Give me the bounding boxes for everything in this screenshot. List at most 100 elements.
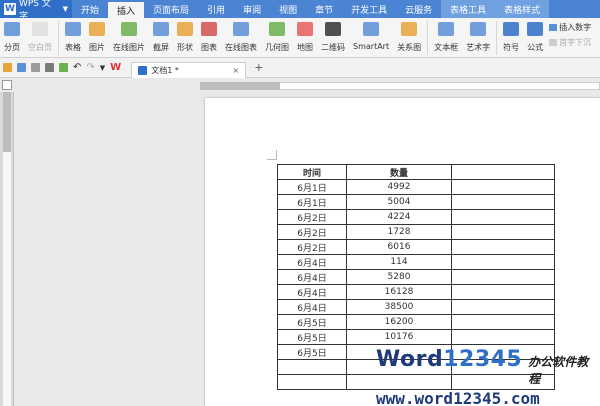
table-cell[interactable]: 16128 [346, 284, 452, 300]
table-cell[interactable]: 6月1日 [277, 194, 347, 210]
wordart-icon [470, 22, 487, 36]
table-row: 6月2日 1728 [277, 224, 555, 240]
menu-tab[interactable]: 视图 [270, 0, 306, 18]
table-cell[interactable]: 4224 [346, 209, 452, 225]
customize-caret-icon[interactable]: ▼ [100, 64, 105, 72]
ribbon-button[interactable]: 图表 [197, 20, 221, 53]
table-cell[interactable] [451, 269, 555, 285]
qrcode-icon [325, 22, 341, 36]
close-icon[interactable]: × [233, 66, 240, 75]
table-cell[interactable]: 6月4日 [277, 254, 347, 270]
table-cell[interactable] [451, 224, 555, 240]
ribbon-button[interactable]: 符号 [499, 20, 523, 53]
table-cell[interactable] [451, 284, 555, 300]
horizontal-ruler[interactable] [0, 78, 600, 92]
menu-tab[interactable]: 云服务 [396, 0, 441, 18]
header-cell-time[interactable]: 时间 [277, 164, 347, 180]
menu-tab[interactable]: 表格样式 [495, 0, 550, 18]
ribbon-button[interactable]: 几何图 [261, 20, 293, 53]
ribbon-button[interactable]: 分页 [0, 20, 24, 53]
ribbon-button[interactable]: SmartArt [349, 20, 393, 51]
ribbon-button-label: 图片 [89, 43, 105, 52]
table-cell[interactable]: 5280 [346, 269, 452, 285]
table-row: 6月2日 6016 [277, 239, 555, 255]
table-cell[interactable]: 6月2日 [277, 209, 347, 225]
table-cell[interactable] [451, 239, 555, 255]
menu-tab[interactable]: 开始 [72, 0, 108, 18]
save-icon[interactable] [17, 63, 26, 72]
table-cell[interactable] [277, 359, 347, 375]
table-cell[interactable]: 6月2日 [277, 224, 347, 240]
insert-number-button[interactable]: 插入数字 [549, 22, 591, 33]
header-cell-empty[interactable] [451, 164, 555, 180]
table-cell[interactable]: 1728 [346, 224, 452, 240]
table-cell[interactable]: 6月4日 [277, 284, 347, 300]
new-tab-button[interactable]: + [254, 61, 263, 74]
table-cell[interactable]: 16200 [346, 314, 452, 330]
ribbon-button-label: 几何图 [265, 43, 289, 52]
table-cell[interactable]: 6月5日 [277, 329, 347, 345]
table-cell[interactable]: 114 [346, 254, 452, 270]
menu-tab[interactable]: 页面布局 [144, 0, 198, 18]
ribbon-button-label: 空白页 [28, 43, 52, 52]
ribbon-button-label: 公式 [527, 43, 544, 52]
header-cell-quantity[interactable]: 数量 [346, 164, 452, 180]
table-cell[interactable] [451, 209, 555, 225]
screenshot-icon [153, 22, 169, 36]
menu-tab[interactable]: 引用 [198, 0, 234, 18]
export-pdf-icon[interactable] [31, 63, 40, 72]
menu-tab[interactable]: 表格工具 [441, 0, 496, 18]
ribbon-button[interactable]: 地图 [293, 20, 317, 53]
table-cell[interactable]: 5004 [346, 194, 452, 210]
ruler-corner[interactable] [2, 80, 12, 90]
open-icon[interactable] [3, 63, 12, 72]
table-cell[interactable] [451, 179, 555, 195]
table-cell[interactable]: 10176 [346, 329, 452, 345]
table-cell[interactable]: 6月5日 [277, 344, 347, 360]
table-cell[interactable]: 6月2日 [277, 239, 347, 255]
print-icon[interactable] [45, 63, 54, 72]
blank-page-icon [32, 22, 48, 36]
ribbon-button[interactable]: 二维码 [317, 20, 349, 53]
table-cell[interactable] [451, 314, 555, 330]
ribbon-button[interactable]: 截屏 [149, 20, 173, 53]
table-cell[interactable]: 6月1日 [277, 179, 347, 195]
ribbon-button[interactable]: 公式 [523, 20, 547, 53]
table-cell[interactable] [451, 299, 555, 315]
table-cell[interactable] [277, 374, 347, 390]
ribbon-button[interactable]: 表格 [61, 20, 85, 53]
watermark-brand: Word12345 [376, 347, 522, 372]
ribbon-button[interactable]: 在线图片 [109, 20, 149, 53]
menu-tab[interactable]: 开发工具 [342, 0, 396, 18]
ribbon-button[interactable]: 文本框 [430, 20, 462, 53]
table-cell[interactable] [451, 329, 555, 345]
app-menu-button[interactable]: W WPS 文字 ▼ [0, 0, 72, 22]
table-cell[interactable]: 6016 [346, 239, 452, 255]
menu-tab[interactable]: 插入 [108, 0, 145, 18]
print-preview-icon[interactable] [59, 63, 68, 72]
ribbon-button[interactable]: 关系图 [393, 20, 425, 53]
ribbon-button[interactable]: 艺术字 [462, 20, 494, 53]
undo-icon[interactable]: ↶ [73, 62, 81, 73]
dropcap-button[interactable]: 首字下沉 [549, 37, 591, 48]
table-cell[interactable]: 6月4日 [277, 299, 347, 315]
table-cell[interactable] [451, 254, 555, 270]
table-cell[interactable]: 4992 [346, 179, 452, 195]
table-cell[interactable]: 6月5日 [277, 314, 347, 330]
redo-icon[interactable]: ↷ [86, 62, 94, 73]
table-cell[interactable]: 6月4日 [277, 269, 347, 285]
menu-tab[interactable]: 审阅 [234, 0, 270, 18]
ribbon-button[interactable]: 在线图表 [221, 20, 261, 53]
watermark-url: www.word12345.com [376, 389, 540, 406]
wps-tab-logo-icon[interactable]: W [110, 62, 121, 73]
table-cell[interactable] [451, 194, 555, 210]
table-cell[interactable]: 38500 [346, 299, 452, 315]
document-tab[interactable]: 文档1 * × [131, 61, 247, 78]
ribbon-button[interactable]: 空白页 [24, 20, 56, 53]
quick-access-toolbar: ↶ ↷ ▼ W [0, 62, 121, 73]
ribbon-button[interactable]: 形状 [173, 20, 197, 53]
vertical-ruler[interactable] [0, 92, 14, 406]
shape-icon [177, 22, 193, 36]
ribbon-button[interactable]: 图片 [85, 20, 109, 53]
menu-tab[interactable]: 章节 [306, 0, 342, 18]
